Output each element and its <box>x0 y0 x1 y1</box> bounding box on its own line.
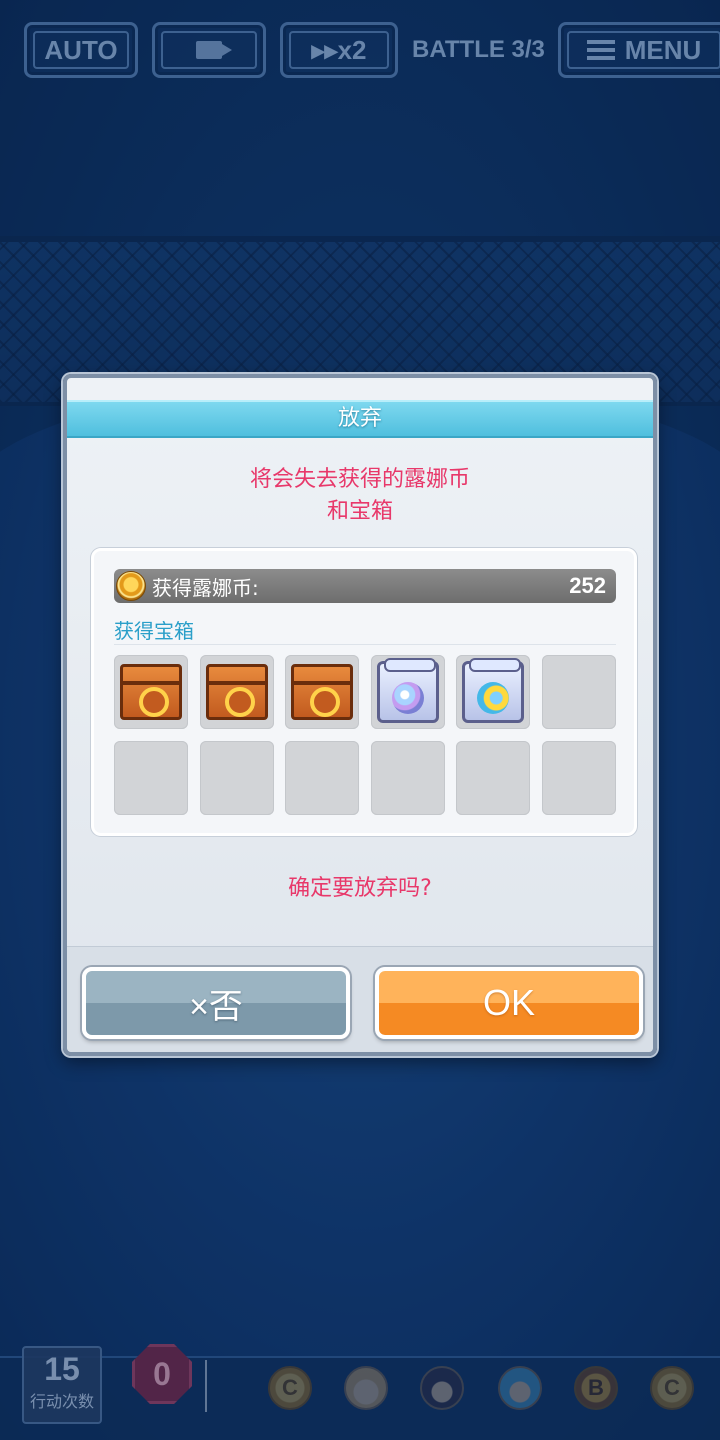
empty-chest-slot <box>541 655 616 729</box>
chest-slot <box>199 655 274 729</box>
luna-coin-icon <box>116 571 146 601</box>
coins-earned-value: 252 <box>569 573 606 598</box>
empty-chest-slot <box>541 741 616 815</box>
chest-slot <box>285 655 359 729</box>
ok-button[interactable]: OK <box>375 967 643 1039</box>
chests-earned-label: 获得宝箱 <box>114 615 616 645</box>
no-button[interactable]: ×否 <box>82 967 350 1039</box>
dialog-title: 放弃 <box>67 400 653 438</box>
bronze-chest-icon <box>291 664 353 720</box>
bronze-chest-icon <box>205 664 268 720</box>
chest-slot <box>456 655 530 729</box>
chest-slot <box>370 655 445 729</box>
coins-earned-bar: 获得露娜币: 252 <box>114 569 616 603</box>
bronze-chest-icon <box>120 664 182 720</box>
chest-slot <box>114 655 188 729</box>
warning-line-2: 和宝箱 <box>326 499 393 524</box>
confirm-question: 确定要放弃吗? <box>288 876 432 901</box>
chest-grid <box>114 655 618 815</box>
warning-line-1: 将会失去获得的露娜币 <box>249 467 470 492</box>
abandon-dialog: 放弃 将会失去获得的露娜币 和宝箱 获得露娜币: 252 获得宝箱 确定要放弃吗… <box>63 374 657 1056</box>
dialog-footer: ×否 OK <box>67 946 653 1052</box>
warning-message: 将会失去获得的露娜币 和宝箱 <box>67 464 653 528</box>
reward-panel: 获得露娜币: 252 获得宝箱 <box>91 548 637 836</box>
empty-chest-slot <box>285 741 359 815</box>
empty-chest-slot <box>199 741 274 815</box>
empty-chest-slot <box>370 741 445 815</box>
empty-chest-slot <box>114 741 188 815</box>
silver-chest-icon <box>376 658 439 723</box>
silver-gold-chest-icon <box>462 658 524 723</box>
empty-chest-slot <box>456 741 530 815</box>
coins-earned-label: 获得露娜币: <box>152 575 259 600</box>
